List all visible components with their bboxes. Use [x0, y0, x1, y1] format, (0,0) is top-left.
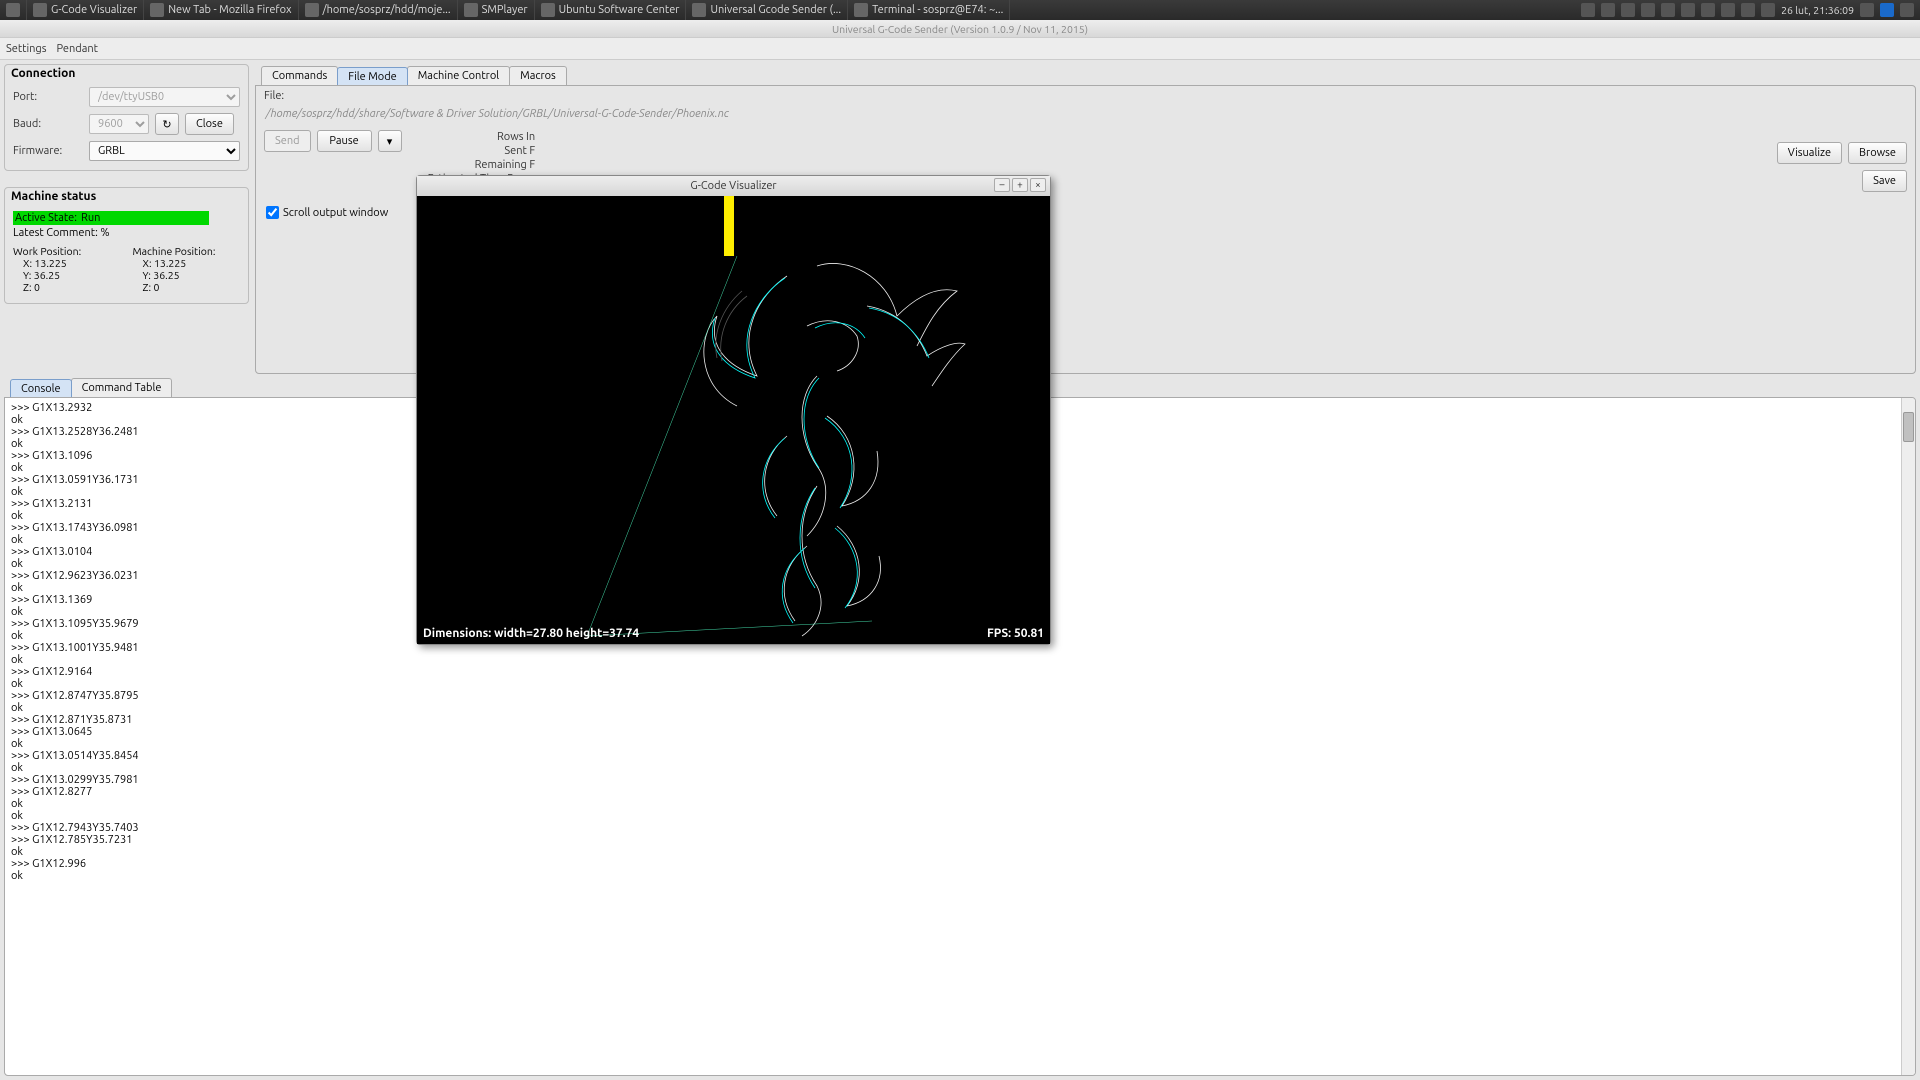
- window-titlebar: Universal G-Code Sender (Version 1.0.9 /…: [0, 20, 1920, 38]
- smplayer-icon: [464, 3, 478, 17]
- taskbar-app-menu[interactable]: [0, 0, 27, 20]
- close-window-button[interactable]: ×: [1030, 178, 1046, 192]
- filemanager-icon: [305, 3, 319, 17]
- scrollbar-thumb[interactable]: [1903, 412, 1914, 442]
- software-center-icon: [541, 3, 555, 17]
- tab-macros[interactable]: Macros: [509, 66, 567, 85]
- keyboard-icon[interactable]: [1701, 3, 1715, 17]
- tab-command-table[interactable]: Command Table: [71, 378, 173, 397]
- taskbar-item[interactable]: G-Code Visualizer: [27, 0, 144, 20]
- visualizer-canvas[interactable]: Dimensions: width=27.80 height=37.74 FPS…: [417, 196, 1050, 644]
- tab-file-mode[interactable]: File Mode: [337, 67, 407, 86]
- refresh-button[interactable]: ↻: [155, 113, 179, 135]
- scroll-output-label: Scroll output window: [283, 207, 388, 219]
- visualizer-titlebar[interactable]: G-Code Visualizer – + ×: [417, 176, 1050, 196]
- machine-z: Z: 0: [133, 281, 241, 293]
- file-path: /home/sosprz/hdd/share/Software & Driver…: [264, 102, 1907, 126]
- chevron-down-icon: ▾: [387, 136, 393, 148]
- baud-label: Baud:: [13, 118, 83, 130]
- port-select[interactable]: /dev/ttyUSB0: [89, 87, 240, 107]
- tab-machine-control[interactable]: Machine Control: [407, 66, 510, 85]
- active-state-value: Run: [79, 211, 209, 225]
- connection-title: Connection: [5, 65, 248, 84]
- refresh-icon: ↻: [162, 119, 171, 131]
- user-icon[interactable]: [1860, 3, 1874, 17]
- transfer-icon[interactable]: [1741, 3, 1755, 17]
- active-state-row: Active State: Run: [13, 211, 240, 225]
- work-x: X: 13.225: [13, 257, 121, 269]
- browse-button[interactable]: Browse: [1848, 142, 1907, 164]
- system-tray: 26 lut, 21:36:09: [1575, 3, 1920, 17]
- machine-pos-header: Machine Position:: [133, 245, 241, 257]
- visualize-button[interactable]: Visualize: [1777, 142, 1842, 164]
- taskbar-item[interactable]: Terminal - sosprz@E74: ~...: [848, 0, 1010, 20]
- minimize-button[interactable]: –: [994, 178, 1010, 192]
- firmware-select[interactable]: GRBL: [89, 141, 240, 161]
- fps-readout: FPS: 50.81: [987, 627, 1044, 640]
- machine-x: X: 13.225: [133, 257, 241, 269]
- gcode-visualizer-window: G-Code Visualizer – + ×: [416, 175, 1051, 645]
- network-icon[interactable]: [1721, 3, 1735, 17]
- main-tabs: Commands File Mode Machine Control Macro…: [255, 66, 1916, 85]
- clock[interactable]: 26 lut, 21:36:09: [1781, 4, 1854, 16]
- terminal-icon: [854, 3, 868, 17]
- rows-in-file: Rows In: [428, 130, 536, 144]
- visualizer-title: G-Code Visualizer: [690, 180, 776, 192]
- scroll-output-checkbox[interactable]: [266, 206, 279, 219]
- baud-select[interactable]: 9600: [89, 114, 149, 134]
- maximize-button[interactable]: +: [1012, 178, 1028, 192]
- usb-icon[interactable]: [1641, 3, 1655, 17]
- remaining-rows: Remaining F: [428, 158, 536, 172]
- xfce-menu-icon: [6, 3, 20, 17]
- work-pos-header: Work Position:: [13, 245, 121, 257]
- rapid-travel-lines: [587, 236, 877, 644]
- dimensions-readout: Dimensions: width=27.80 height=37.74: [423, 627, 639, 640]
- firefox-icon: [150, 3, 164, 17]
- taskbar-item[interactable]: Ubuntu Software Center: [535, 0, 687, 20]
- menubar: Settings Pendant: [0, 38, 1920, 60]
- active-state-label: Active State:: [13, 211, 79, 225]
- pause-button[interactable]: Pause: [317, 130, 372, 152]
- console-scrollbar[interactable]: [1901, 398, 1915, 1075]
- ugs-icon: [692, 3, 706, 17]
- send-button[interactable]: Send: [264, 130, 311, 152]
- update-icon[interactable]: [1681, 3, 1695, 17]
- machine-status-panel: Machine status Active State: Run Latest …: [4, 187, 249, 304]
- connection-panel: Connection Port: /dev/ttyUSB0 Baud: 9600…: [4, 64, 249, 171]
- bluetooth-icon[interactable]: [1661, 3, 1675, 17]
- close-button[interactable]: Close: [185, 113, 234, 135]
- work-y: Y: 36.25: [13, 269, 121, 281]
- firefox-tray-icon[interactable]: [1900, 3, 1914, 17]
- taskbar-item[interactable]: New Tab - Mozilla Firefox: [144, 0, 298, 20]
- taskbar-item[interactable]: /home/sosprz/hdd/moje...: [299, 0, 458, 20]
- pause-dropdown[interactable]: ▾: [378, 130, 402, 152]
- status-title: Machine status: [5, 188, 248, 207]
- save-button[interactable]: Save: [1862, 170, 1907, 192]
- menu-settings[interactable]: Settings: [6, 43, 47, 55]
- hp-icon[interactable]: [1621, 3, 1635, 17]
- system-taskbar: G-Code Visualizer New Tab - Mozilla Fire…: [0, 0, 1920, 20]
- wifi-icon[interactable]: [1601, 3, 1615, 17]
- battery-icon[interactable]: [1581, 3, 1595, 17]
- menu-pendant[interactable]: Pendant: [57, 43, 98, 55]
- sent-rows: Sent F: [428, 144, 536, 158]
- work-z: Z: 0: [13, 281, 121, 293]
- latest-comment-value: %: [100, 227, 109, 239]
- volume-icon[interactable]: [1761, 3, 1775, 17]
- taskbar-item[interactable]: Universal Gcode Sender (...: [686, 0, 848, 20]
- latest-comment-label: Latest Comment:: [13, 227, 98, 239]
- tab-console[interactable]: Console: [10, 379, 72, 398]
- file-label: File:: [264, 90, 1907, 102]
- app-icon: [33, 3, 47, 17]
- show-desktop-icon[interactable]: [1880, 3, 1894, 17]
- firmware-label: Firmware:: [13, 145, 83, 157]
- machine-y: Y: 36.25: [133, 269, 241, 281]
- taskbar-item[interactable]: SMPlayer: [458, 0, 535, 20]
- port-label: Port:: [13, 91, 83, 103]
- tab-commands[interactable]: Commands: [261, 66, 338, 85]
